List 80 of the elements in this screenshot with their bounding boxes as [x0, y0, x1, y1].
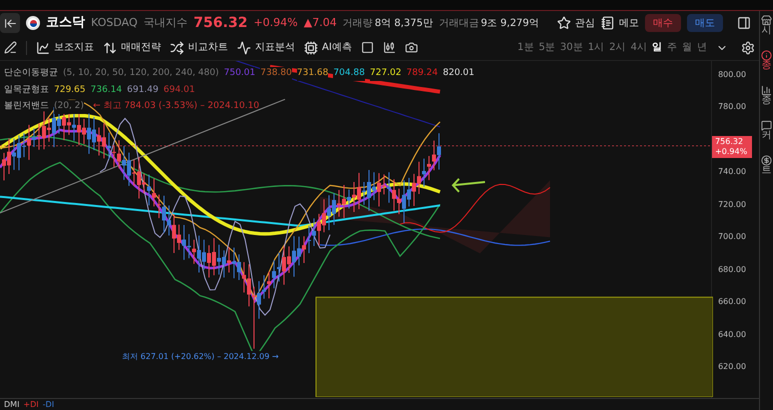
arrow-icon: [452, 178, 486, 192]
change-percent: +0.94%: [254, 14, 298, 31]
sidebar-icon: [761, 15, 772, 26]
timeframe-tab[interactable]: 년: [697, 40, 707, 55]
indicator-value: 727.02: [370, 67, 402, 80]
high-annotation: ← 최고 784.03 (-3.53%) – 2024.10.10: [92, 100, 260, 113]
star-icon: [557, 16, 571, 30]
arrows-icon: [103, 40, 117, 54]
indicator-name[interactable]: 단순이동평균: [4, 67, 58, 80]
toolbar-button[interactable]: 비교차트: [170, 40, 228, 55]
sidebar-icon: [761, 85, 772, 96]
market-label: 국내지수: [144, 14, 188, 31]
volume-value: 8억 8,375만: [374, 16, 433, 30]
indicator-params: (20, 2): [54, 100, 84, 114]
candlestick-icon[interactable]: [382, 41, 396, 54]
memo-button[interactable]: 메모: [601, 14, 639, 32]
change-amount: ▲7.04: [304, 14, 337, 31]
sidebar-icon: [761, 120, 772, 131]
timeframe-tab[interactable]: 1시: [588, 40, 604, 55]
star-button[interactable]: 관심: [557, 14, 595, 32]
collapse-button[interactable]: [0, 13, 20, 33]
sidebar-item[interactable]: 시: [761, 15, 772, 36]
price-axis-label: 740.00: [718, 168, 746, 176]
indicator-name[interactable]: 일목균형표: [4, 84, 49, 97]
indicator-value: 731.68: [296, 67, 328, 80]
camera-icon[interactable]: [404, 41, 418, 54]
price-axis-label: 660.00: [718, 298, 746, 306]
timeframe-tab[interactable]: 4시: [630, 40, 647, 55]
index-code: KOSDAQ: [91, 14, 138, 31]
toolbar-button[interactable]: 보조지표: [36, 40, 94, 55]
sell-button[interactable]: 매도: [687, 14, 723, 32]
trade-value: 9조 9,279억: [480, 16, 540, 30]
price-axis-label: 640.00: [718, 330, 746, 339]
current-price: 756.32: [194, 14, 248, 32]
toolbar-button[interactable]: AI예측: [304, 40, 352, 55]
sidebar-item[interactable]: 종: [761, 50, 772, 71]
toolbar-button[interactable]: 매매전략: [103, 40, 161, 55]
chart-line-icon: [36, 40, 50, 54]
volume-label: 거래량: [342, 16, 373, 30]
square-icon[interactable]: [360, 41, 374, 54]
timeframe-tab[interactable]: 1분: [517, 40, 534, 55]
timeframe-tab[interactable]: 일: [652, 40, 662, 55]
indicator-name[interactable]: 볼린저밴드: [4, 100, 49, 114]
indicator-series-label: +DI: [23, 398, 39, 410]
sidebar-item[interactable]: 종: [761, 85, 772, 106]
buy-button[interactable]: 매수: [645, 14, 681, 32]
indicator-series-label: -DI: [42, 398, 54, 410]
sidebar-item[interactable]: 커: [761, 120, 772, 141]
collapse-icon: [4, 16, 16, 30]
toolbar-button[interactable]: 지표분석: [237, 40, 295, 55]
sidebar-icon: [761, 50, 772, 61]
timeframe-tab[interactable]: 주: [667, 40, 677, 55]
index-name: 코스닥: [46, 14, 85, 32]
price-axis-label: 800.00: [718, 71, 746, 79]
pulse-icon: [237, 40, 251, 54]
price-axis-label: 780.00: [718, 103, 746, 112]
timeframe-tab[interactable]: 5분: [538, 40, 556, 55]
sidebar-item[interactable]: 트: [761, 155, 772, 176]
price-axis-label: 700.00: [718, 233, 746, 242]
chip-icon: [304, 40, 318, 54]
price-axis-label: 680.00: [718, 266, 746, 274]
last-change: +0.94%: [715, 146, 748, 157]
sidebar-icon: [761, 155, 772, 166]
settings-icon[interactable]: [741, 40, 755, 54]
indicator-value: 738.80: [260, 67, 292, 80]
low-annotation: 최저 627.01 (+20.62%) – 2024.12.09 →: [122, 351, 279, 363]
memo-icon: [601, 16, 615, 30]
timeframe-tab[interactable]: 30분: [560, 40, 583, 55]
price-axis-label: 620.00: [718, 362, 746, 371]
pen-icon[interactable]: [4, 41, 17, 54]
timeframe-tab[interactable]: 2시: [609, 40, 626, 55]
last-price: 756.32: [715, 136, 744, 147]
trade-value-label: 거래대금: [438, 16, 479, 30]
price-axis-label: 720.00: [718, 200, 746, 209]
flag-icon: [26, 16, 40, 30]
shuffle-icon: [170, 40, 184, 54]
indicator-value: 704.88: [333, 67, 365, 80]
indicator-pane-name[interactable]: DMI: [4, 398, 20, 410]
timeframe-tab[interactable]: 월: [682, 40, 692, 55]
panel-icon[interactable]: [737, 16, 751, 30]
